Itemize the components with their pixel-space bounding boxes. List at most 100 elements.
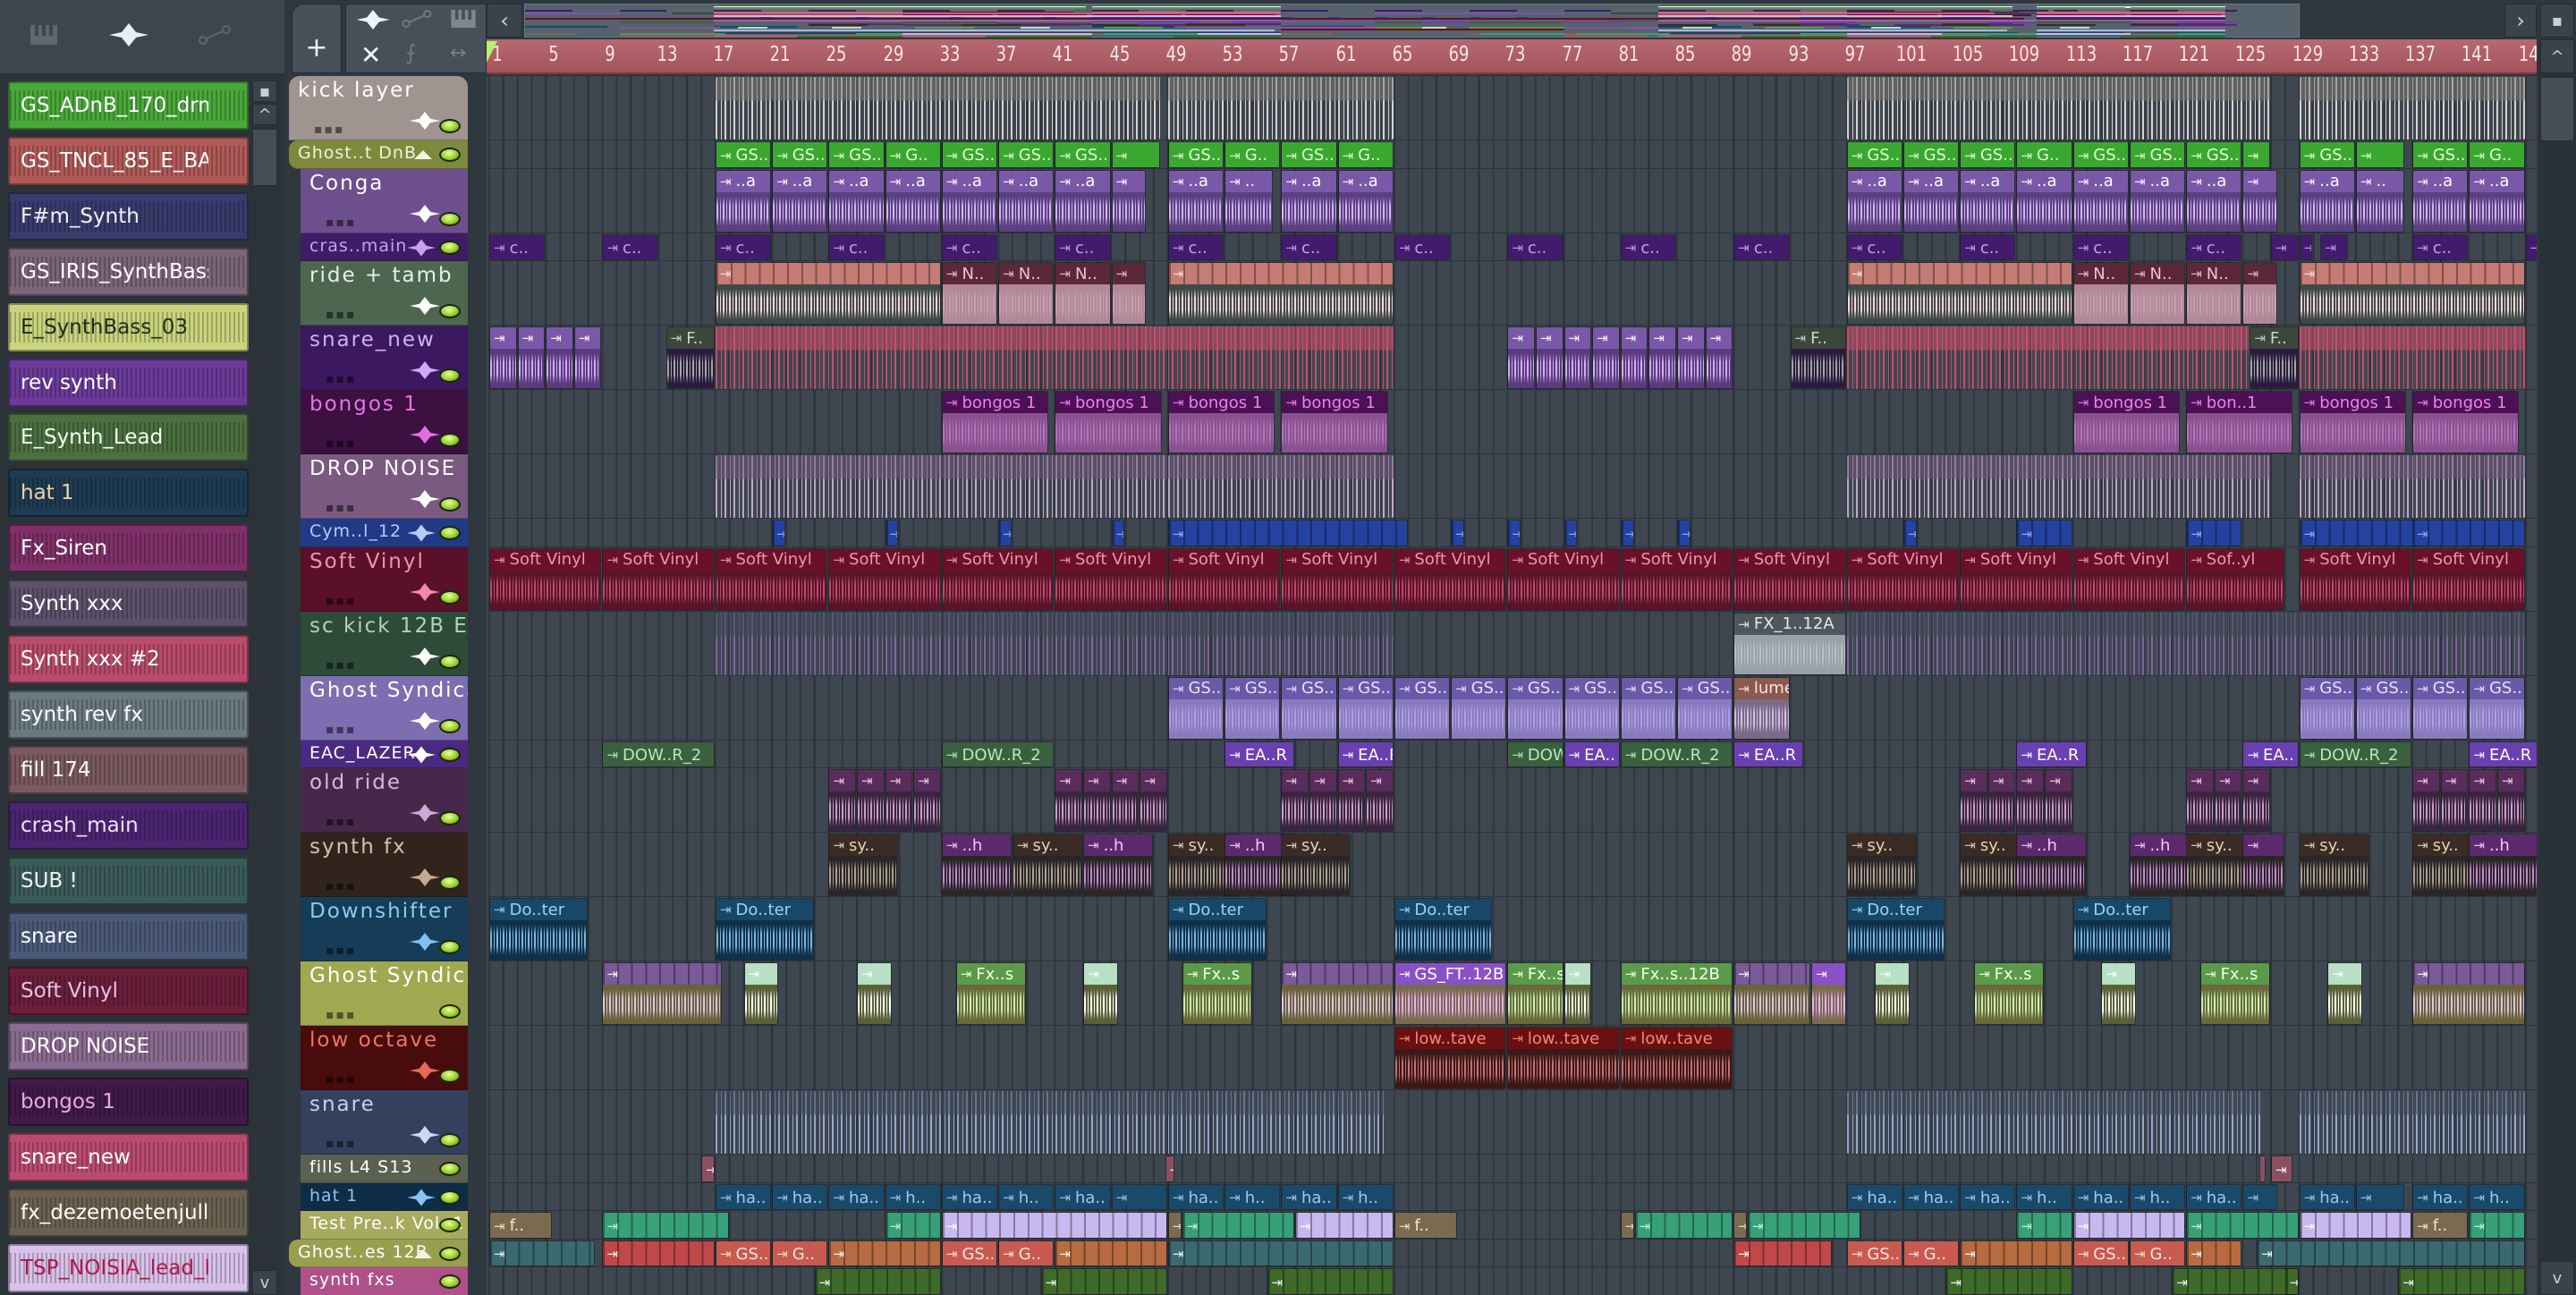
clip[interactable]: ⇥ — [1620, 326, 1648, 389]
clip[interactable]: ⇥ — [1165, 1155, 1174, 1182]
clip[interactable]: ⇥ — [1182, 1212, 1295, 1239]
stretch-icon[interactable]: ↔ — [450, 42, 466, 64]
clip[interactable]: ⇥ GS.. — [1846, 1240, 1902, 1266]
clip[interactable]: ⇥ GS.. — [2072, 1240, 2129, 1266]
clip[interactable]: ⇥ — [2299, 262, 2525, 325]
clip[interactable]: ⇥ — [1366, 769, 1394, 832]
browser-item[interactable]: SUB ! — [8, 856, 249, 905]
clip[interactable]: ⇥ Soft Vinyl — [1394, 547, 1507, 611]
clip[interactable]: ⇥ GS.. — [772, 141, 828, 168]
clip[interactable]: ⇥ f.. — [1394, 1212, 1457, 1239]
track-header[interactable]: EAC_LAZER — [301, 740, 468, 768]
clip[interactable]: ⇥ ha.. — [1846, 1183, 1902, 1210]
track-header[interactable]: fills L4 S13 — [301, 1155, 468, 1183]
clip[interactable]: ⇥ ha.. — [772, 1183, 828, 1210]
clip[interactable]: ⇥ G.. — [1903, 1240, 1960, 1266]
track-mute-led[interactable] — [439, 1274, 461, 1289]
clip[interactable]: ⇥ Soft Vinyl — [715, 547, 828, 611]
playlist-grid[interactable]: ⇥ GS.. ⇥ GS.. ⇥ GS.. ⇥ G.. ⇥ GS.. ⇥ GS.. ⇥ GS.. ⇥ ⇥ GS..… — [487, 76, 2537, 1295]
track-options-dots[interactable]: ▪▪▪ — [326, 815, 356, 829]
browser-item[interactable]: Synth xxx #2 — [8, 635, 249, 683]
clip[interactable]: ⇥ — [1535, 326, 1563, 389]
clip[interactable] — [2299, 77, 2525, 140]
clip[interactable]: ⇥ GS.. — [1903, 141, 1960, 168]
clip[interactable]: ⇥ — [1167, 520, 1408, 546]
automation-icon[interactable] — [402, 10, 432, 31]
track-options-dots[interactable]: ▪▪▪ — [326, 944, 356, 958]
track-options-dots[interactable]: ▪▪▪ — [326, 1072, 356, 1087]
clip[interactable]: ⇥ — [2016, 769, 2045, 832]
browser-item[interactable]: F#m_Synth — [8, 191, 249, 241]
clip[interactable]: ⇥ — [1083, 962, 1118, 1025]
clip[interactable]: ⇥ c.. — [715, 233, 772, 260]
clip[interactable]: ⇥ ..a — [1281, 169, 1337, 233]
add-track-button[interactable]: + — [292, 4, 342, 73]
clip[interactable]: ⇥ ..a — [2016, 169, 2072, 233]
track-options-dots[interactable]: ▪▪▪ — [326, 658, 356, 673]
clip[interactable]: ⇥ — [2016, 1212, 2072, 1239]
clip[interactable]: ⇥.. — [1224, 169, 1274, 233]
clip[interactable]: ⇥ — [489, 1240, 595, 1266]
clip[interactable]: ⇥ — [2186, 1240, 2242, 1266]
clip[interactable]: ⇥ — [1592, 326, 1620, 389]
track-header[interactable]: Soft Vinyl ▪▪▪ — [301, 546, 468, 612]
track-mute-led[interactable] — [439, 240, 461, 255]
browser-item[interactable]: Soft Vinyl — [8, 967, 249, 1016]
clip[interactable]: ⇥ Fx..s..12B — [1620, 962, 1733, 1025]
clip[interactable] — [715, 77, 1160, 140]
clip[interactable] — [715, 612, 1394, 675]
browser-item[interactable]: E_SynthBass_03 — [8, 302, 249, 351]
clip[interactable]: ⇥ GS.. — [2412, 141, 2469, 168]
browser-item[interactable]: hat 1 — [8, 469, 249, 518]
clip[interactable]: ⇥ — [1167, 1240, 1394, 1266]
track-name[interactable]: Ghost Syndicate.. — [309, 679, 468, 702]
clip[interactable]: ⇥ N.. — [2129, 262, 2186, 325]
clip[interactable]: ⇥ bongos 1 — [2412, 391, 2520, 453]
clip[interactable]: ⇥ ..a — [772, 169, 828, 233]
clip[interactable]: ⇥ Soft Vinyl — [2299, 547, 2412, 611]
clip[interactable]: ⇥ ..a — [828, 169, 885, 233]
clip[interactable]: ⇥ — [2398, 1268, 2525, 1295]
clip[interactable]: ⇥ — [2299, 233, 2313, 260]
clip[interactable]: ⇥ Soft Vinyl — [1507, 547, 1620, 611]
clip[interactable] — [1167, 77, 1394, 140]
audio-wave-icon[interactable] — [109, 23, 148, 50]
clip[interactable]: ⇥ — [857, 962, 892, 1025]
track-header[interactable]: Ghost..es 12B — [289, 1239, 468, 1267]
clip[interactable]: ⇥DOW.. — [1507, 741, 1563, 767]
clip[interactable]: ⇥ ..a — [1846, 169, 1902, 233]
clip[interactable]: ⇥ ha.. — [828, 1183, 885, 1210]
clip[interactable]: ⇥ GS.. — [2186, 141, 2242, 168]
clip[interactable]: ⇥ N.. — [1055, 262, 1111, 325]
clip[interactable]: ⇥ — [2469, 769, 2496, 832]
clip[interactable] — [715, 455, 1167, 518]
clip[interactable]: ⇥ c.. — [602, 233, 658, 260]
clip[interactable]: ⇥ G.. — [772, 1240, 828, 1266]
clip[interactable]: ⇥ c.. — [1167, 233, 1224, 260]
clip[interactable]: ⇥ ..a — [1960, 169, 2016, 233]
clip[interactable]: ⇥ EA.. — [2242, 741, 2299, 767]
clip[interactable]: ⇥ — [814, 1268, 941, 1295]
clip[interactable]: ⇥ c.. — [828, 233, 885, 260]
clip[interactable] — [2299, 1091, 2525, 1154]
clip[interactable]: ⇥ ..a — [2469, 169, 2525, 233]
clip[interactable]: ⇥ ..h — [941, 834, 1012, 896]
clip[interactable]: ⇥ GS.. — [2355, 676, 2412, 740]
clip[interactable]: ⇥ — [2072, 1212, 2186, 1239]
clip[interactable]: ⇥ — [1620, 1212, 1634, 1239]
clip[interactable]: ⇥ — [1733, 1212, 1748, 1239]
clip[interactable]: ⇥ G.. — [1337, 141, 1394, 168]
clip[interactable]: ⇥ c.. — [1281, 233, 1337, 260]
track-mute-led[interactable] — [439, 1162, 461, 1176]
clip[interactable]: ⇥ F.. — [2250, 326, 2299, 389]
clip[interactable]: ⇥ — [2214, 769, 2242, 832]
track-options-dots[interactable]: ▪▪▪ — [326, 216, 356, 230]
clip[interactable]: ⇥ GS.. — [1167, 141, 1224, 168]
track-name[interactable]: Ghost Syndicate.. — [309, 964, 468, 987]
clip[interactable]: ⇥ ..a — [2129, 169, 2186, 233]
clip[interactable]: ⇥ Fx..s — [1974, 962, 2045, 1025]
track-mute-led[interactable] — [439, 1189, 461, 1205]
clip[interactable]: ⇥ Do..ter — [1846, 898, 1945, 961]
clip[interactable]: ⇥ — [1309, 769, 1337, 832]
clip[interactable]: ⇥ — [602, 1240, 715, 1266]
